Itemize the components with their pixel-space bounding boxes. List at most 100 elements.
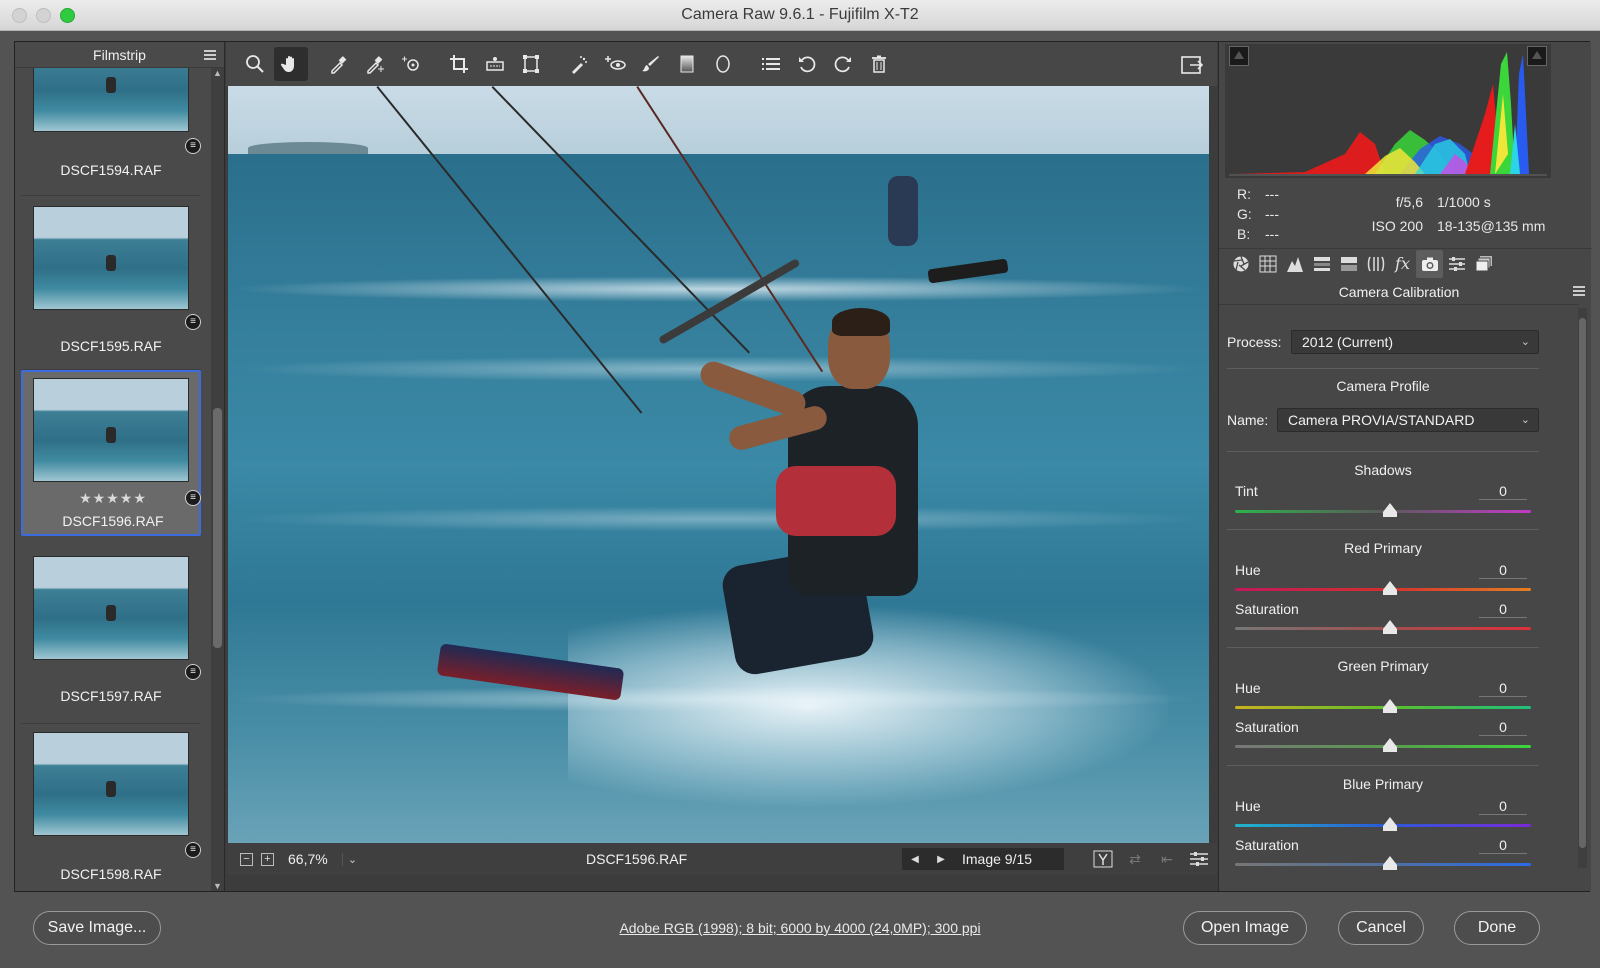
slider-handle[interactable]	[1383, 581, 1397, 595]
image-navigation: ◀ ▶	[902, 848, 954, 870]
rotate-right-icon[interactable]	[826, 47, 860, 81]
image-preview[interactable]	[228, 86, 1209, 843]
preferences-list-icon[interactable]	[754, 47, 788, 81]
minimize-window-button[interactable]	[36, 8, 51, 23]
graduated-filter-icon[interactable]	[670, 47, 704, 81]
green-saturation-slider[interactable]	[1235, 738, 1531, 752]
transform-tool-icon[interactable]	[514, 47, 548, 81]
red-saturation-slider[interactable]	[1235, 620, 1531, 634]
toggle-fullscreen-icon[interactable]	[1175, 48, 1209, 82]
filmstrip-item[interactable]: ≡ DSCF1597.RAF	[21, 556, 201, 724]
targeted-adjustment-icon[interactable]	[394, 47, 428, 81]
blue-hue-value[interactable]: 0	[1479, 798, 1527, 815]
shadows-tint-value[interactable]: 0	[1479, 483, 1527, 500]
thumbnail-image[interactable]	[33, 378, 189, 482]
red-hue-value[interactable]: 0	[1479, 562, 1527, 579]
histogram	[1225, 44, 1551, 178]
copy-settings-icon[interactable]: ⇤	[1155, 848, 1179, 870]
tab-camera-calibration-icon[interactable]	[1416, 249, 1443, 278]
tab-lens-corrections-icon[interactable]	[1362, 250, 1389, 278]
thumbnail-image[interactable]	[33, 68, 189, 132]
done-button[interactable]: Done	[1454, 911, 1540, 945]
thumbnail-image[interactable]	[33, 206, 189, 310]
straighten-tool-icon[interactable]	[478, 47, 512, 81]
blue-hue-slider[interactable]	[1235, 817, 1531, 831]
process-select[interactable]: 2012 (Current) ⌄	[1291, 330, 1539, 354]
white-balance-eyedropper-icon[interactable]	[322, 47, 356, 81]
lens: 18-135@135 mm	[1437, 218, 1546, 234]
zoom-in-button[interactable]: +	[261, 852, 274, 866]
filmstrip-item[interactable]: ≡ DSCF1595.RAF	[21, 202, 201, 370]
hand-tool-icon[interactable]	[274, 47, 308, 81]
view-settings-icon[interactable]	[1187, 848, 1211, 870]
thumbnail-image[interactable]	[33, 556, 189, 660]
save-image-button[interactable]: Save Image...	[33, 911, 161, 945]
filmstrip-menu-icon[interactable]	[204, 50, 216, 60]
tab-basic-aperture-icon[interactable]	[1227, 250, 1254, 278]
red-hue-slider[interactable]	[1235, 581, 1531, 595]
blue-saturation-slider[interactable]	[1235, 856, 1531, 870]
crop-tool-icon[interactable]	[442, 47, 476, 81]
radial-filter-icon[interactable]	[706, 47, 740, 81]
tab-effects-icon[interactable]: fx	[1389, 250, 1416, 278]
green-saturation-value[interactable]: 0	[1479, 719, 1527, 736]
zoom-tool-icon[interactable]	[238, 47, 272, 81]
before-after-icon[interactable]	[1091, 848, 1115, 870]
trash-icon[interactable]	[862, 47, 896, 81]
shadows-tint-slider[interactable]	[1235, 503, 1531, 517]
slider-handle[interactable]	[1383, 738, 1397, 752]
tab-snapshots-icon[interactable]	[1470, 250, 1497, 278]
camera-profile-select[interactable]: Camera PROVIA/STANDARD ⌄	[1277, 408, 1539, 432]
panel-scroll-thumb[interactable]	[1579, 318, 1586, 848]
tab-hsl-icon[interactable]	[1308, 250, 1335, 278]
scroll-up-icon[interactable]: ▲	[213, 68, 222, 78]
maximize-window-button[interactable]	[60, 8, 75, 23]
highlight-clipping-warning-icon[interactable]	[1527, 46, 1547, 66]
image-counter: Image 9/15	[954, 848, 1064, 870]
green-hue-value[interactable]: 0	[1479, 680, 1527, 697]
slider-handle[interactable]	[1383, 856, 1397, 870]
tab-presets-icon[interactable]	[1443, 250, 1470, 278]
green-saturation-label: Saturation	[1235, 719, 1299, 735]
zoom-level[interactable]: 66,7%	[288, 851, 342, 867]
slider-handle[interactable]	[1383, 620, 1397, 634]
settings-badge-icon: ≡	[185, 138, 201, 154]
red-saturation-value[interactable]: 0	[1479, 601, 1527, 618]
swap-settings-icon[interactable]: ⇄	[1123, 848, 1147, 870]
open-image-button[interactable]: Open Image	[1183, 911, 1307, 945]
workflow-options-link[interactable]: Adobe RGB (1998); 8 bit; 6000 by 4000 (2…	[619, 920, 980, 936]
thumbnail-image[interactable]	[33, 732, 189, 836]
rotate-left-icon[interactable]	[790, 47, 824, 81]
preview-background-rider	[888, 176, 918, 246]
blue-saturation-value[interactable]: 0	[1479, 837, 1527, 854]
close-window-button[interactable]	[12, 8, 27, 23]
scroll-down-icon[interactable]: ▼	[213, 881, 222, 891]
previous-image-icon[interactable]: ◀	[911, 854, 919, 865]
slider-handle[interactable]	[1383, 817, 1397, 831]
filmstrip-item-selected[interactable]: ★★★★★ ≡ DSCF1596.RAF	[21, 370, 201, 536]
tab-split-toning-icon[interactable]	[1335, 250, 1362, 278]
cancel-button[interactable]: Cancel	[1338, 911, 1424, 945]
zoom-out-button[interactable]: −	[240, 852, 253, 866]
next-image-icon[interactable]: ▶	[937, 854, 945, 865]
settings-badge-icon: ≡	[185, 314, 201, 330]
filmstrip-item[interactable]: ≡ DSCF1594.RAF	[21, 68, 201, 196]
filmstrip-item[interactable]: ≡ DSCF1598.RAF	[21, 732, 201, 891]
rating-stars[interactable]: ★★★★★	[23, 490, 203, 507]
slider-handle[interactable]	[1383, 503, 1397, 517]
color-sampler-icon[interactable]	[358, 47, 392, 81]
red-eye-icon[interactable]	[598, 47, 632, 81]
tab-tone-curve-icon[interactable]	[1254, 250, 1281, 278]
filmstrip-scroll-thumb[interactable]	[213, 408, 222, 648]
zoom-dropdown-icon[interactable]: ⌄	[342, 852, 362, 866]
filmstrip-scrollbar[interactable]: ▲ ▼	[211, 68, 224, 891]
shadow-clipping-warning-icon[interactable]	[1229, 46, 1249, 66]
panel-menu-icon[interactable]	[1573, 286, 1585, 296]
slider-handle[interactable]	[1383, 699, 1397, 713]
green-hue-slider[interactable]	[1235, 699, 1531, 713]
spot-removal-icon[interactable]	[562, 47, 596, 81]
panel-scrollbar[interactable]	[1578, 308, 1587, 868]
current-filename: DSCF1596.RAF	[586, 851, 688, 867]
tab-detail-icon[interactable]	[1281, 250, 1308, 278]
adjustment-brush-icon[interactable]	[634, 47, 668, 81]
